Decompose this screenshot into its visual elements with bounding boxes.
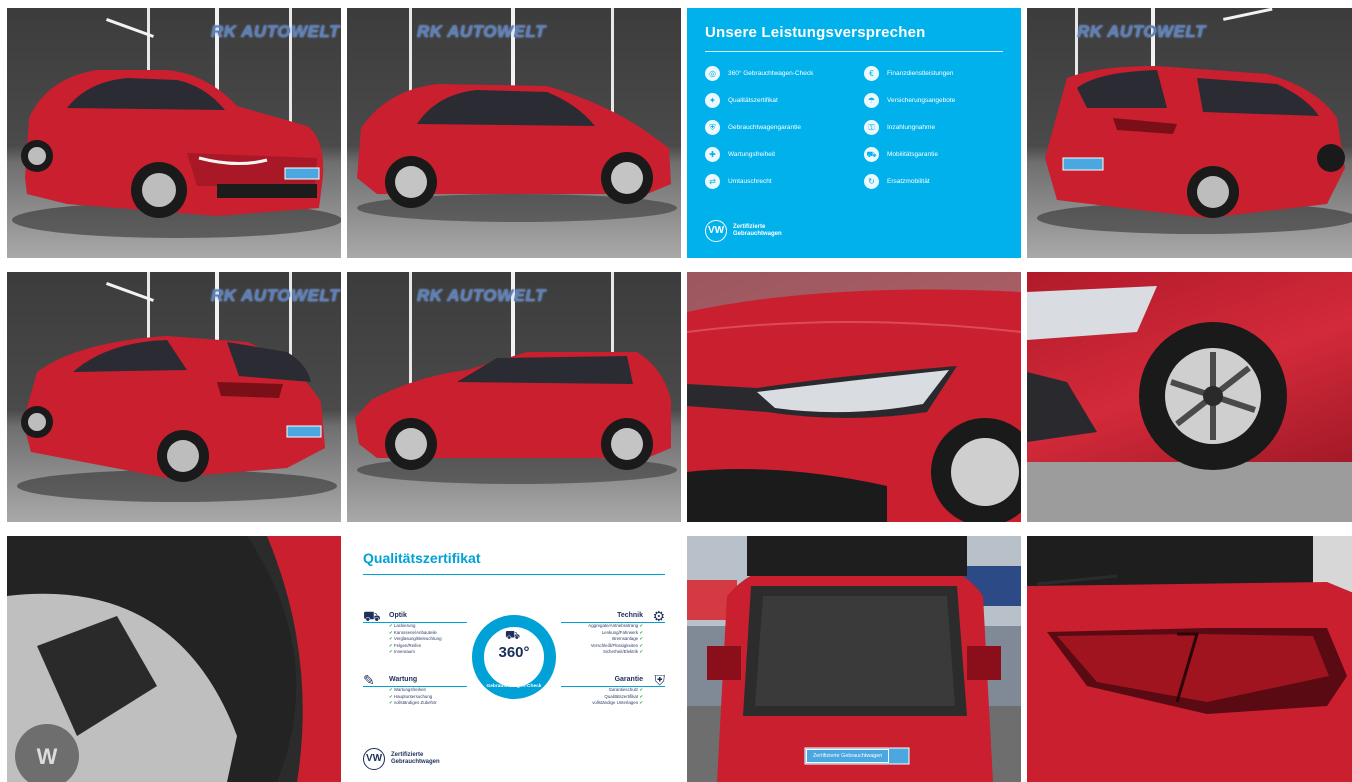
gallery-photo-rear-right[interactable]: RK AUTOWELT xyxy=(1027,8,1352,258)
quality-certificate-panel[interactable]: Qualitätszertifikat ⛟ Optik Lackierung K… xyxy=(347,536,681,782)
taillight-closeup-scene xyxy=(1027,536,1352,782)
promise-item: ☂ Versicherungsangebote xyxy=(864,93,1003,108)
certificate-divider xyxy=(363,574,665,575)
optik-underline xyxy=(363,622,467,623)
dealer-plate: Zertifizierte Gebrauchtwagen xyxy=(806,749,890,763)
vw-logo-icon: VW xyxy=(705,220,727,242)
wrench-icon: ✚ xyxy=(705,147,720,162)
gallery-photo-taillight[interactable] xyxy=(1027,536,1352,782)
insurance-icon: ☂ xyxy=(864,93,879,108)
promise-right-column: € Finanzdienstleistungen ☂ Versicherungsan… xyxy=(864,66,1003,189)
technik-underline xyxy=(561,622,665,623)
garantie-underline xyxy=(561,686,665,687)
promise-item: € Finanzdienstleistungen xyxy=(864,66,1003,81)
vw-logo-icon: VW xyxy=(363,748,385,770)
promise-footer: VW Zertifizierte Gebrauchtwagen xyxy=(705,220,782,242)
cert-section-optik: Optik Lackierung Karosserie/Anbauteile V… xyxy=(389,612,469,656)
certificate-footer: VW Zertifizierte Gebrauchtwagen xyxy=(363,748,440,770)
wheel-closeup-scene xyxy=(1027,286,1352,522)
car-front-icon: ⛟ xyxy=(505,628,521,642)
car-rear-left-scene xyxy=(17,272,337,502)
ring-caption: Gebrauchtwagen-Check xyxy=(486,684,542,689)
dealer-logo: RK AUTOWELT xyxy=(417,22,546,41)
gallery-photo-wheel[interactable] xyxy=(1027,272,1352,522)
wartung-underline xyxy=(363,686,467,687)
promise-item: ⇄ Umtauschrecht xyxy=(705,174,844,189)
promise-item: ↻ Ersatzmobilität xyxy=(864,174,1003,189)
gallery-photo-rear-left[interactable]: RK AUTOWELT xyxy=(7,272,341,522)
dealer-logo: RK AUTOWELT xyxy=(211,22,340,41)
trunk-scene xyxy=(687,536,1021,782)
photo-gallery-grid: RK AUTOWELT RK AUTOWELT Unsere Leistungs… xyxy=(7,8,1352,782)
certificate-title: Qualitätszertifikat xyxy=(363,550,481,566)
svg-text:W: W xyxy=(37,744,58,769)
tire-closeup-scene: W xyxy=(7,536,341,782)
gallery-photo-front-left[interactable]: RK AUTOWELT xyxy=(7,8,341,258)
car-front-left-scene xyxy=(12,8,341,238)
car-rear-right-scene xyxy=(1037,8,1352,234)
promise-item: ◎ 360° Gebrauchtwagen-Check xyxy=(705,66,844,81)
cert-section-garantie: Garantie Garantieschutz Qualitätszertifi… xyxy=(553,676,643,707)
dealer-logo: RK AUTOWELT xyxy=(211,286,340,305)
promise-columns: ◎ 360° Gebrauchtwagen-Check ✦ Qualitätszer… xyxy=(705,66,1003,189)
gallery-photo-tire[interactable]: W xyxy=(7,536,341,782)
replacement-car-icon: ↻ xyxy=(864,174,879,189)
car-side-right-scene xyxy=(357,8,677,222)
gallery-photo-side-left[interactable]: RK AUTOWELT xyxy=(347,272,681,522)
car-side-left-scene xyxy=(355,272,677,484)
gallery-photo-headlight[interactable] xyxy=(687,272,1021,522)
trade-in-icon: ⚿ xyxy=(864,120,879,135)
check-360-ring: 360° Gebrauchtwagen-Check ⛟ xyxy=(471,614,557,700)
shield-icon: ⛨ xyxy=(705,120,720,135)
dealer-logo: RK AUTOWELT xyxy=(417,286,546,305)
certificate-icon: ✦ xyxy=(705,93,720,108)
dealer-logo: RK AUTOWELT xyxy=(1077,22,1206,41)
gallery-photo-trunk[interactable]: Zertifizierte Gebrauchtwagen xyxy=(687,536,1021,782)
promise-divider xyxy=(705,51,1003,52)
finance-icon: € xyxy=(864,66,879,81)
headlight-closeup-scene xyxy=(687,272,1021,522)
promise-item: ✦ Qualitätszertifikat xyxy=(705,93,844,108)
promise-item: ⛨ Gebrauchtwagengarantie xyxy=(705,120,844,135)
cert-section-technik: Technik Aggregate/Antriebsstrang Lenkung… xyxy=(553,612,643,656)
promise-item: ⚿ Inzahlungnahme xyxy=(864,120,1003,135)
car-body-icon: ⛟ xyxy=(363,608,381,624)
gallery-photo-side-right[interactable]: RK AUTOWELT xyxy=(347,8,681,258)
check-360-icon: ◎ xyxy=(705,66,720,81)
ring-value: 360° xyxy=(498,644,530,661)
exchange-icon: ⇄ xyxy=(705,174,720,189)
promise-item: ⛟ Mobilitätsgarantie xyxy=(864,147,1003,162)
promise-title: Unsere Leistungsversprechen xyxy=(705,24,926,41)
promise-item: ✚ Wartungsfreiheit xyxy=(705,147,844,162)
promise-panel[interactable]: Unsere Leistungsversprechen ◎ 360° Gebrau… xyxy=(687,8,1021,258)
promise-left-column: ◎ 360° Gebrauchtwagen-Check ✦ Qualitätszer… xyxy=(705,66,844,189)
mobility-icon: ⛟ xyxy=(864,147,879,162)
cert-section-wartung: Wartung Wartungsfreiheit Hauptuntersuchu… xyxy=(389,676,469,707)
